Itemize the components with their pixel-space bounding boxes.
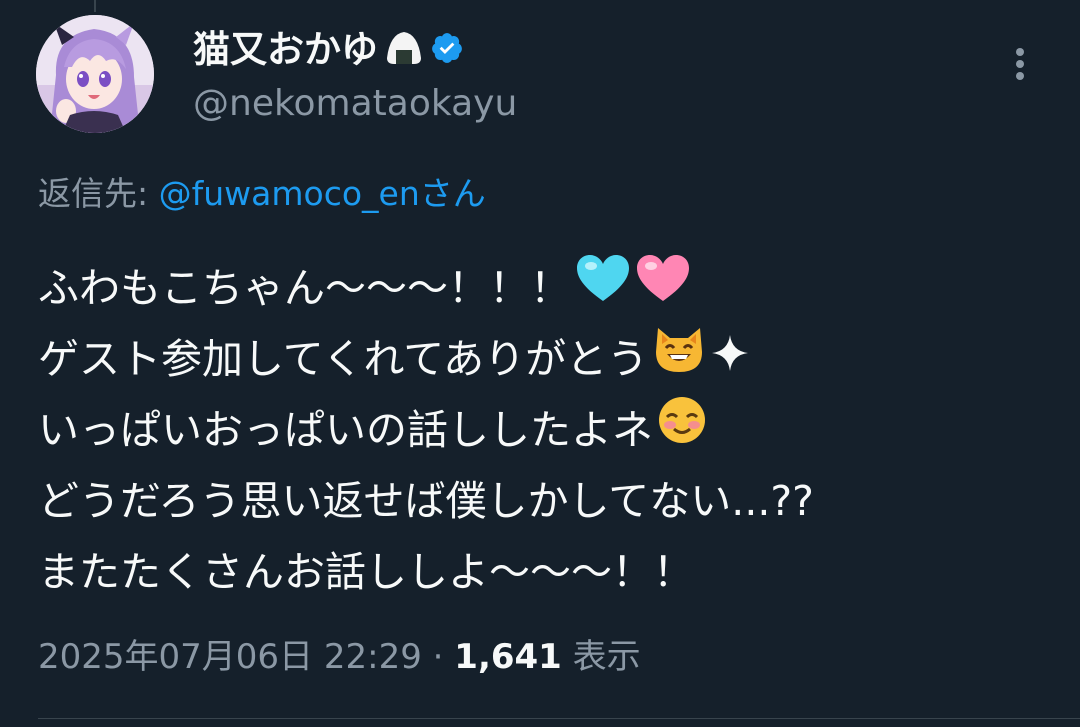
author-name-row[interactable]: 猫又おかゆ	[193, 26, 464, 74]
thread-connector-line	[94, 0, 96, 12]
tweet-line: またたくさんお話ししよ〜〜〜！！	[38, 537, 1048, 608]
pink-heart-icon	[635, 253, 691, 325]
reply-context: 返信先: @fuwamoco_enさん	[38, 170, 486, 218]
more-options-button[interactable]	[1000, 40, 1040, 88]
reply-mention-handle: @fuwamoco_en	[158, 174, 420, 213]
views-count[interactable]: 1,641	[454, 637, 562, 677]
tweet-line: ふわもこちゃん〜〜〜！！！	[38, 253, 1048, 324]
meta-separator: ·	[421, 637, 455, 677]
rice-ball-icon	[384, 28, 424, 72]
tweet-line-text: またたくさんお話ししよ〜〜〜！！	[38, 548, 694, 596]
display-name[interactable]: 猫又おかゆ	[193, 26, 378, 74]
tweet-meta: 2025年07月06日 22:29 · 1,641 表示	[38, 633, 641, 681]
verified-badge-icon	[430, 31, 464, 69]
reply-mention-link[interactable]: @fuwamoco_enさん	[159, 174, 486, 213]
views-label: 表示	[561, 637, 641, 677]
sparkle-icon	[710, 324, 750, 395]
grinning-cat-icon	[652, 324, 706, 396]
tweet-body: ふわもこちゃん〜〜〜！！！ ゲスト参加してくれてありがとう いっぱいおっぱいの話…	[38, 253, 1048, 608]
more-vertical-icon	[1016, 48, 1024, 80]
avatar-image	[36, 15, 154, 133]
tweet-line-text: いっぱいおっぱいの話ししたよネ	[38, 406, 653, 454]
reply-prefix: 返信先:	[38, 174, 159, 213]
smiling-face-icon	[657, 395, 707, 467]
avatar[interactable]	[36, 15, 154, 133]
light-blue-heart-icon	[575, 253, 631, 325]
tweet-line: いっぱいおっぱいの話ししたよネ	[38, 395, 1048, 466]
reply-mention-suffix: さん	[419, 174, 486, 213]
tweet-line-text: どうだろう思い返せば僕しかしてない...??	[38, 477, 814, 525]
tweet-line: ゲスト参加してくれてありがとう	[38, 324, 1048, 395]
tweet-line-text: ゲスト参加してくれてありがとう	[38, 335, 649, 383]
divider	[38, 718, 1080, 719]
tweet-line: どうだろう思い返せば僕しかしてない...??	[38, 466, 1048, 537]
author-handle[interactable]: @nekomataokayu	[193, 80, 517, 128]
tweet-line-text: ふわもこちゃん〜〜〜！！！	[38, 264, 571, 312]
tweet-timestamp[interactable]: 2025年07月06日 22:29	[38, 637, 422, 677]
